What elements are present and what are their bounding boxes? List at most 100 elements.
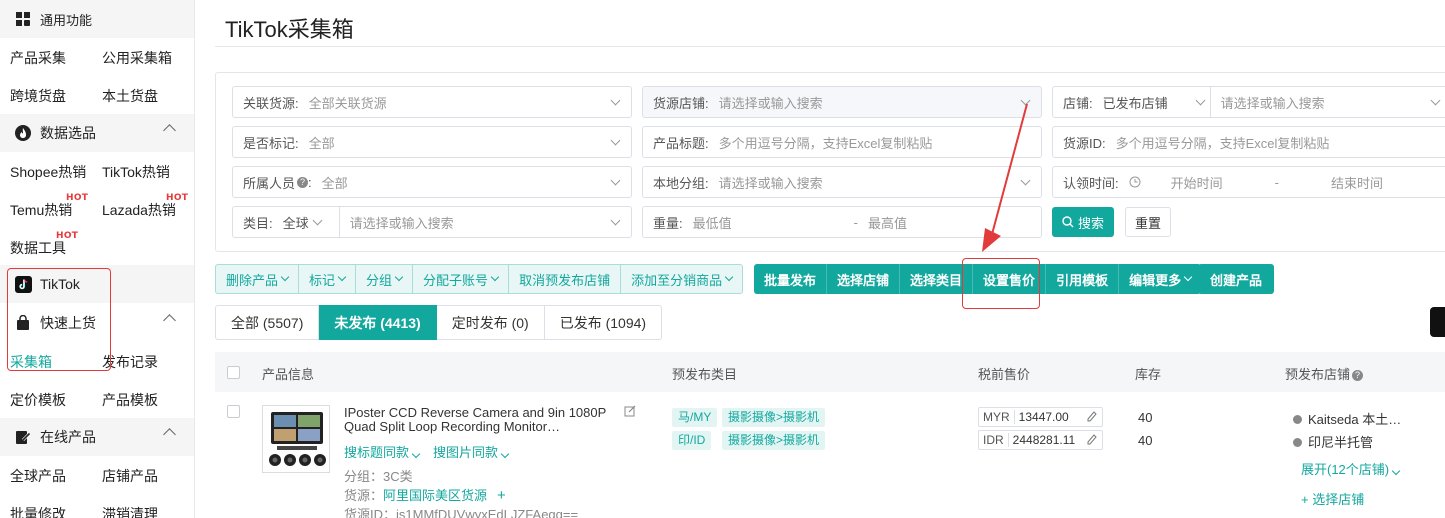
tab-unpublished[interactable]: 未发布 (4413)	[319, 305, 437, 340]
source-filter[interactable]: 关联货源: 全部关联货源	[232, 86, 632, 118]
source-id-input[interactable]: 货源ID: 多个用逗号分隔，支持Excel复制粘贴	[1052, 126, 1445, 158]
group-button[interactable]: 分组	[356, 264, 414, 294]
sidebar-item-lazada-hot[interactable]: Lazada热销	[102, 200, 176, 220]
search-same-title-link[interactable]: 搜标题同款	[344, 442, 421, 461]
category-path-my[interactable]: 摄影摄像>摄影机	[722, 408, 826, 427]
product-title-line1[interactable]: IPoster CCD Reverse Camera and 9in 1080P	[344, 405, 606, 420]
sidebar-item-collect[interactable]: 产品采集	[10, 48, 66, 68]
assign-subaccount-button[interactable]: 分配子账号	[413, 264, 510, 294]
sidebar-item-global-products[interactable]: 全球产品	[10, 466, 66, 486]
chevron-down-icon	[1391, 466, 1401, 476]
sidebar-item-public-box[interactable]: 公用采集箱	[102, 48, 172, 68]
select-shop-link[interactable]: + 选择店铺	[1301, 489, 1364, 508]
chevron-down-icon	[1430, 95, 1441, 106]
sidebar-item-pricing-template[interactable]: 定价模板	[10, 390, 66, 410]
status-dot	[1293, 438, 1302, 447]
category-path-id[interactable]: 摄影摄像>摄影机	[722, 431, 826, 450]
product-source: 货源：阿里国际美区货源 +	[344, 487, 506, 504]
reset-button[interactable]: 重置	[1125, 207, 1171, 237]
sidebar-item-temu-hot[interactable]: Temu热销	[10, 200, 72, 220]
search-icon	[1062, 216, 1074, 228]
sidebar-item-cross-border[interactable]: 跨境货盘	[10, 86, 66, 106]
sidebar-item-batch-edit[interactable]: 批量修改	[10, 504, 66, 518]
edit-icon[interactable]	[624, 405, 636, 420]
grid-icon	[14, 10, 32, 28]
tab-scheduled[interactable]: 定时发布 (0)	[436, 305, 545, 340]
mark-button[interactable]: 标记	[299, 264, 357, 294]
section-general-label: 通用功能	[40, 12, 93, 28]
price-input-myr[interactable]: MYR 13447.00	[978, 407, 1103, 427]
price-input-idr[interactable]: IDR 2448281.11	[978, 430, 1103, 450]
sidebar-item-clearance[interactable]: 滞销清理	[102, 504, 158, 518]
section-online-products[interactable]: 在线产品	[0, 418, 194, 456]
header-category: 预发布类目	[672, 367, 738, 382]
table-header: 产品信息 预发布类目 税前售价 库存 预发布店铺?	[215, 352, 1445, 392]
expand-shops-link[interactable]: 展开(12个店铺)	[1301, 459, 1401, 478]
hot-badge: HOT	[56, 231, 79, 241]
tab-all[interactable]: 全部 (5507)	[215, 305, 320, 340]
header-shops: 预发布店铺?	[1285, 364, 1364, 383]
product-group: 分组：3C类	[344, 469, 413, 484]
sidebar-item-tiktok-hot[interactable]: TikTok热销	[102, 162, 170, 182]
owner-filter[interactable]: 所属人员?: 全部	[232, 166, 632, 198]
shop-filter[interactable]: 店铺: 已发布店铺 请选择或输入搜索	[1052, 86, 1445, 118]
chevron-down-icon	[312, 215, 323, 226]
fire-icon	[14, 124, 32, 142]
shop-item: Kaitseda 本土…	[1293, 409, 1401, 428]
section-data-select-label: 数据选品	[40, 125, 96, 141]
add-source-icon[interactable]: +	[497, 487, 506, 504]
product-title-line2[interactable]: Quad Split Loop Recording Monitor…	[344, 419, 560, 434]
claim-time-range[interactable]: 认领时间: 开始时间 - 结束时间	[1052, 166, 1445, 198]
sidebar-item-shopee-hot[interactable]: Shopee热销	[10, 162, 86, 182]
sidebar-item-product-template[interactable]: 产品模板	[102, 390, 158, 410]
search-same-image-link[interactable]: 搜图片同款	[433, 442, 510, 461]
chevron-up-icon	[163, 428, 176, 441]
chevron-up-icon	[163, 124, 176, 137]
sidebar-item-shop-products[interactable]: 店铺产品	[102, 466, 158, 486]
chevron-up-icon	[163, 314, 176, 327]
status-tabs: 全部 (5507) 未发布 (4413) 定时发布 (0) 已发布 (1094)	[215, 305, 663, 340]
select-shop-button[interactable]: 选择店铺	[827, 264, 901, 294]
chevron-down-icon	[610, 215, 621, 226]
section-data-select[interactable]: 数据选品	[0, 114, 194, 152]
apply-template-button[interactable]: 引用模板	[1046, 264, 1120, 294]
search-button[interactable]: 搜索	[1052, 207, 1114, 237]
marked-filter[interactable]: 是否标记: 全部	[232, 126, 632, 158]
source-link[interactable]: 阿里国际美区货源	[383, 488, 487, 503]
status-dot	[1293, 415, 1302, 424]
edit-doc-icon	[14, 428, 32, 446]
pencil-icon[interactable]	[1087, 433, 1097, 448]
row-checkbox[interactable]	[227, 405, 240, 418]
hot-badge: HOT	[66, 193, 89, 203]
chevron-down-icon	[610, 175, 621, 186]
add-to-distribution-button[interactable]: 添加至分销商品	[621, 264, 744, 294]
section-general[interactable]: 通用功能	[0, 0, 194, 38]
pencil-icon[interactable]	[1087, 410, 1097, 425]
help-icon: ?	[297, 176, 309, 188]
product-thumbnail[interactable]	[262, 405, 330, 473]
create-product-button[interactable]: 创建产品	[1198, 264, 1275, 294]
title-divider	[215, 46, 1445, 47]
cancel-prepublish-shop-button[interactable]: 取消预发布店铺	[509, 264, 622, 294]
chevron-down-icon	[411, 449, 421, 459]
section-online-label: 在线产品	[40, 429, 96, 445]
region-tag-id: 印/ID	[672, 431, 712, 450]
batch-publish-button[interactable]: 批量发布	[754, 264, 828, 294]
edit-more-button[interactable]: 编辑更多	[1119, 264, 1202, 294]
hot-badge: HOT	[166, 193, 189, 203]
header-stock: 库存	[1135, 367, 1162, 382]
select-all-checkbox[interactable]	[227, 366, 240, 379]
main-content: TikTok采集箱 关联货源: 全部关联货源 货源店铺: 请选择或输入搜索 店铺…	[195, 0, 1445, 518]
chevron-down-icon	[280, 272, 290, 282]
chevron-down-icon	[610, 95, 621, 106]
sidebar-item-data-tools[interactable]: 数据工具	[10, 238, 66, 258]
tab-published[interactable]: 已发布 (1094)	[544, 305, 663, 340]
chevron-down-icon	[500, 449, 510, 459]
sidebar-item-local-goods[interactable]: 本土货盘	[102, 86, 158, 106]
floating-side-tab[interactable]	[1430, 307, 1445, 337]
header-product-info: 产品信息	[262, 367, 315, 382]
chevron-down-icon	[394, 272, 404, 282]
chevron-down-icon	[337, 272, 347, 282]
category-filter[interactable]: 类目: 全球 请选择或输入搜索	[232, 206, 632, 238]
delete-product-button[interactable]: 删除产品	[215, 264, 300, 294]
